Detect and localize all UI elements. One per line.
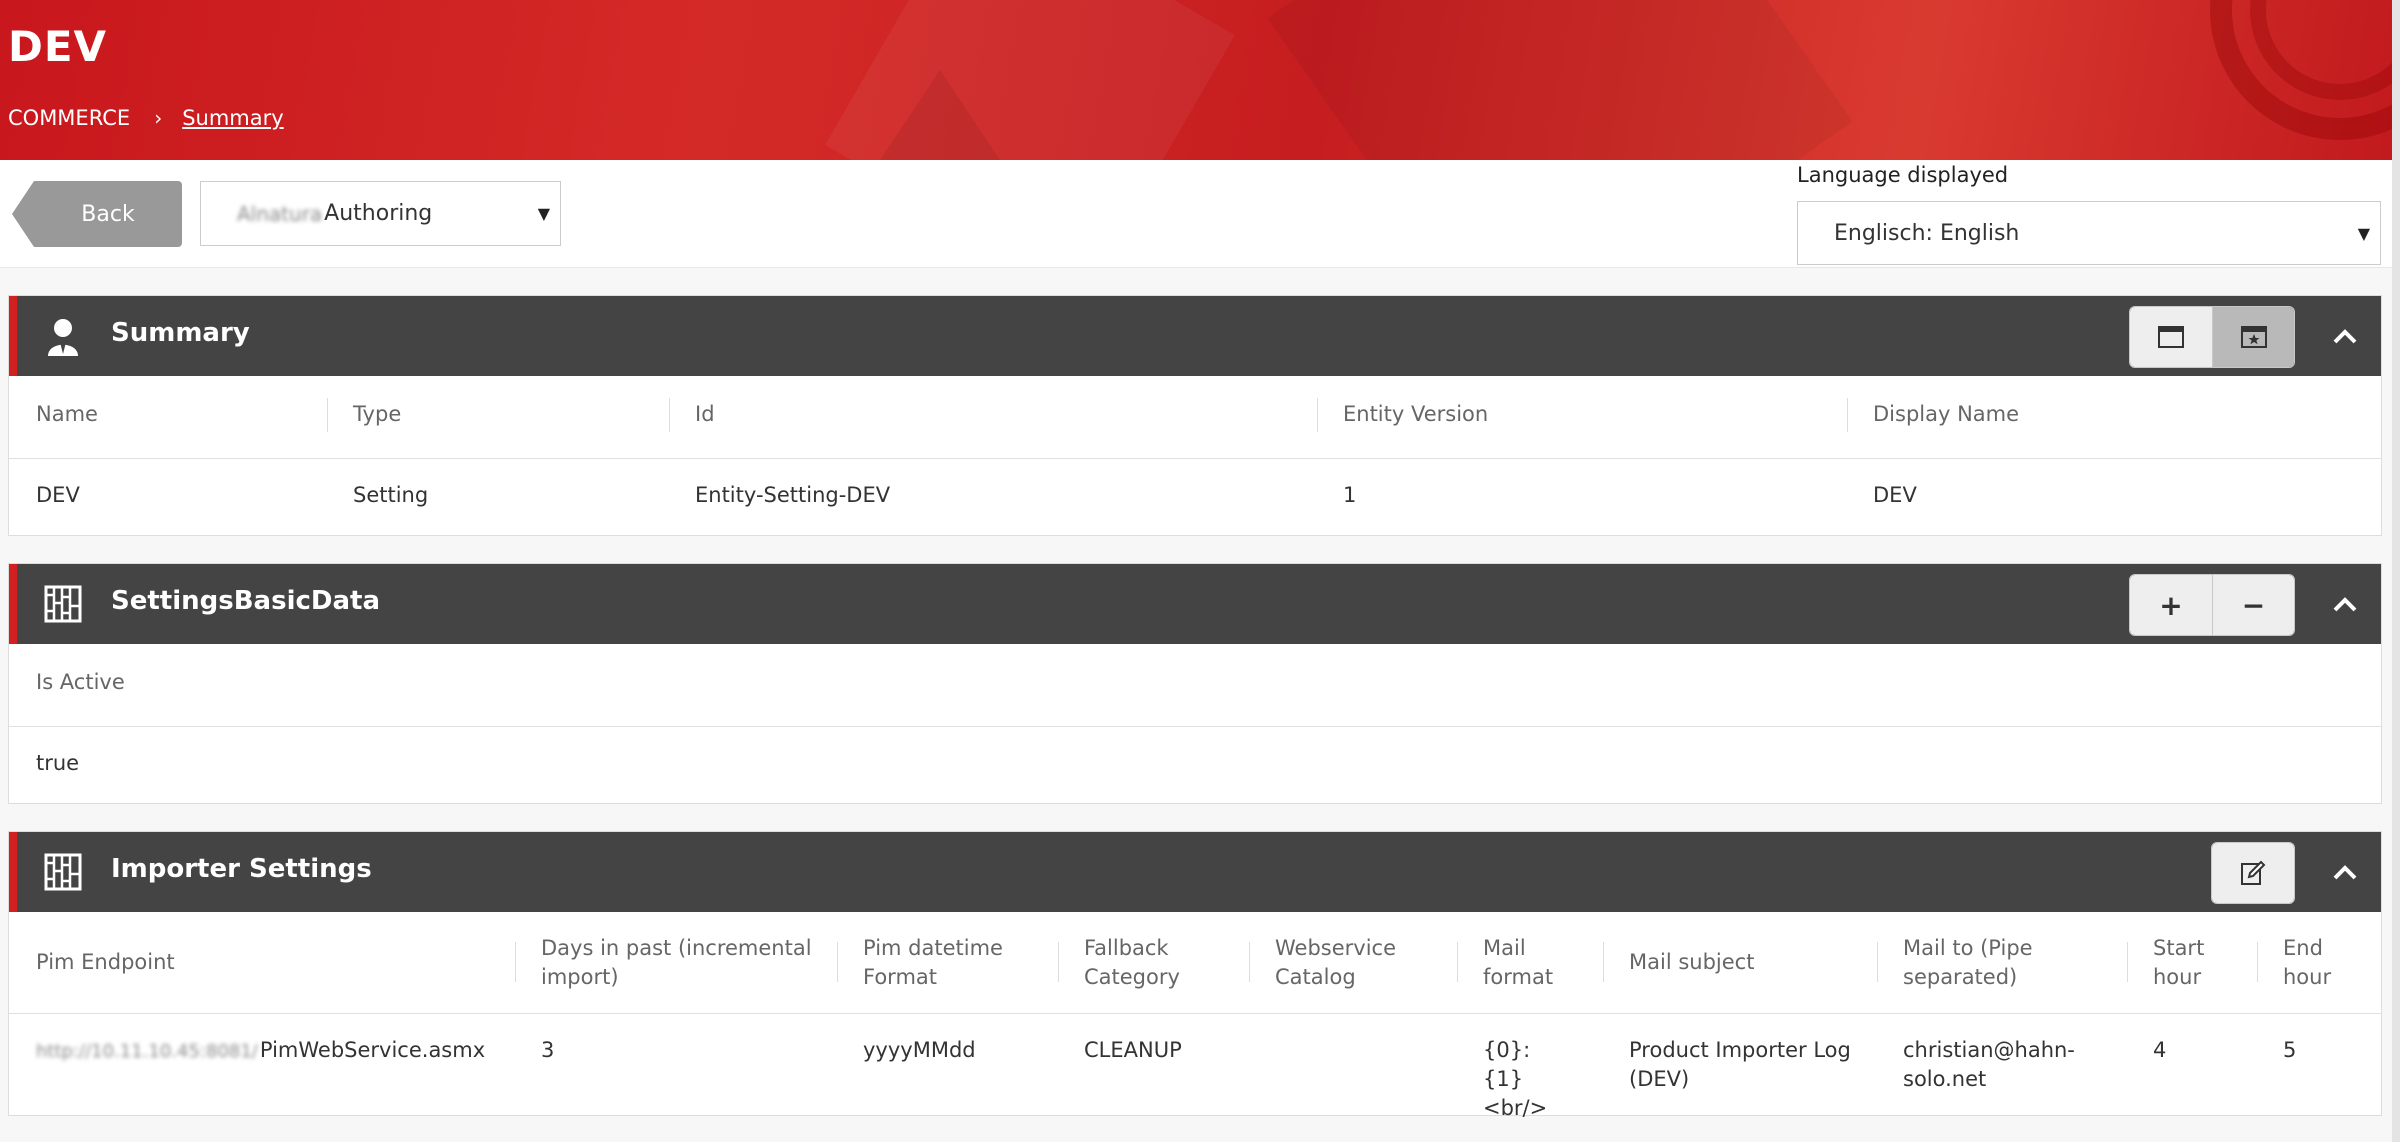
- column-header-display-name[interactable]: Display Name: [1873, 400, 2019, 429]
- page-title: DEV: [8, 22, 108, 71]
- column-divider: [669, 398, 670, 432]
- summary-grid-header: Name Type Id Entity Version Display Name: [9, 376, 2381, 459]
- cell-days-in-past: 3: [541, 1038, 555, 1062]
- column-header-pim-endpoint[interactable]: Pim Endpoint: [36, 948, 175, 977]
- breadcrumb-separator-icon: ›: [154, 106, 163, 130]
- chevron-up-icon: [2333, 597, 2357, 612]
- column-divider: [1877, 942, 1878, 982]
- cell-display-name: DEV: [1873, 483, 1917, 507]
- header-decoration: [880, 70, 1000, 160]
- dropdown-caret-icon: ▼: [537, 204, 550, 223]
- panel-header: Importer Settings: [9, 832, 2381, 912]
- cell-fallback-category: CLEANUP: [1084, 1038, 1182, 1062]
- language-select[interactable]: Englisch: English ▼: [1797, 201, 2381, 265]
- cell-mail-to: christian@hahn-solo.net: [1903, 1038, 2075, 1091]
- view-toggle-group: [2129, 306, 2295, 368]
- panel-title: Importer Settings: [111, 854, 372, 884]
- cell-datetime-format: yyyyMMdd: [863, 1038, 976, 1062]
- cell-entity-version: 1: [1343, 483, 1357, 507]
- expand-all-button[interactable]: +: [2130, 575, 2212, 635]
- language-select-value: Englisch: English: [1834, 220, 2020, 246]
- column-header-is-active[interactable]: Is Active: [36, 668, 125, 697]
- workspace-select-value: Authoring: [324, 201, 433, 226]
- expand-collapse-group: + −: [2129, 574, 2295, 636]
- summary-panel: Summary Name Type Id Entity Version Disp…: [8, 295, 2382, 536]
- panel-title: SettingsBasicData: [111, 586, 380, 616]
- grid-icon: [44, 585, 82, 623]
- endpoint-host-redacted: http://10.11.10.45:8081/: [36, 1041, 258, 1062]
- table-row[interactable]: http://10.11.10.45:8081/PimWebService.as…: [9, 1014, 2381, 1120]
- breadcrumb-item-commerce[interactable]: COMMERCE: [8, 106, 130, 130]
- importer-settings-panel: Importer Settings Pim Endpoint Days in p…: [8, 831, 2382, 1120]
- cell-pim-endpoint: http://10.11.10.45:8081/PimWebService.as…: [36, 1036, 485, 1066]
- page-scrollbar[interactable]: [2392, 0, 2400, 1142]
- panel-header: SettingsBasicData + −: [9, 564, 2381, 644]
- column-header-entity-version[interactable]: Entity Version: [1343, 400, 1488, 429]
- collapse-button[interactable]: [2327, 854, 2363, 890]
- collapse-button[interactable]: [2327, 586, 2363, 622]
- language-label: Language displayed: [1797, 163, 2009, 187]
- column-header-mail-to[interactable]: Mail to (Pipe separated): [1903, 934, 2083, 992]
- chevron-up-icon: [2333, 329, 2357, 344]
- column-header-end-hour[interactable]: End hour: [2283, 934, 2353, 992]
- endpoint-path: PimWebService.asmx: [259, 1038, 486, 1062]
- workspace-select[interactable]: Alnatura Authoring ▼: [200, 181, 561, 246]
- collapse-button[interactable]: [2327, 318, 2363, 354]
- breadcrumb-item-summary[interactable]: Summary: [182, 106, 283, 130]
- column-header-webservice-catalog[interactable]: Webservice Catalog: [1275, 934, 1425, 992]
- chevron-up-icon: [2333, 865, 2357, 880]
- column-header-type[interactable]: Type: [353, 400, 401, 429]
- column-divider: [1847, 398, 1848, 432]
- edit-button[interactable]: [2212, 843, 2294, 903]
- column-divider: [1603, 942, 1604, 982]
- column-divider: [1457, 942, 1458, 982]
- window-icon: [2158, 326, 2184, 348]
- column-header-fallback-category[interactable]: Fallback Category: [1084, 934, 1214, 992]
- column-divider: [515, 942, 516, 982]
- column-divider: [837, 942, 838, 982]
- column-header-mail-format[interactable]: Mail format: [1483, 934, 1563, 992]
- column-divider: [327, 398, 328, 432]
- window-view-button[interactable]: [2130, 307, 2212, 367]
- star-window-icon: [2240, 326, 2267, 348]
- column-header-name[interactable]: Name: [36, 400, 98, 429]
- cell-name: DEV: [36, 483, 80, 507]
- column-divider: [2257, 942, 2258, 982]
- app-header: DEV COMMERCE › Summary: [0, 0, 2392, 160]
- header-decoration: [1267, 0, 1853, 160]
- cell-id: Entity-Setting-DEV: [695, 483, 891, 507]
- back-button[interactable]: Back: [12, 181, 182, 247]
- cell-start-hour: 4: [2153, 1038, 2167, 1062]
- panel-header: Summary: [9, 296, 2381, 376]
- breadcrumb: COMMERCE › Summary: [8, 106, 284, 130]
- settings-basic-data-panel: SettingsBasicData + − Is Active true: [8, 563, 2382, 804]
- column-header-days-in-past[interactable]: Days in past (incremental import): [541, 934, 831, 992]
- basic-grid-header: Is Active: [9, 644, 2381, 727]
- favorite-view-button[interactable]: [2212, 307, 2294, 367]
- column-header-mail-subject[interactable]: Mail subject: [1629, 948, 1754, 977]
- edit-button-group: [2211, 842, 2295, 904]
- column-divider: [2127, 942, 2128, 982]
- column-divider: [1249, 942, 1250, 982]
- cell-is-active: true: [36, 751, 80, 775]
- cell-type: Setting: [353, 483, 429, 507]
- importer-grid-header: Pim Endpoint Days in past (incremental i…: [9, 912, 2381, 1014]
- dropdown-caret-icon: ▼: [2357, 223, 2370, 243]
- column-divider: [1058, 942, 1059, 982]
- cell-mail-subject: Product Importer Log (DEV): [1629, 1038, 1851, 1091]
- grid-icon: [44, 853, 82, 891]
- cell-end-hour: 5: [2283, 1038, 2297, 1062]
- panel-title: Summary: [111, 318, 250, 348]
- edit-icon: [2241, 860, 2266, 885]
- column-header-pim-datetime-format[interactable]: Pim datetime Format: [863, 934, 1043, 992]
- workspace-prefix-redacted: Alnatura: [237, 201, 323, 226]
- collapse-all-button[interactable]: −: [2212, 575, 2294, 635]
- column-header-start-hour[interactable]: Start hour: [2153, 934, 2223, 992]
- table-row[interactable]: DEV Setting Entity-Setting-DEV 1 DEV: [9, 459, 2381, 535]
- cell-mail-format: {0}: {1} <br/>: [1483, 1038, 1548, 1120]
- table-row[interactable]: true: [9, 727, 2381, 803]
- column-divider: [1317, 398, 1318, 432]
- column-header-id[interactable]: Id: [695, 400, 715, 429]
- user-icon: [48, 319, 78, 356]
